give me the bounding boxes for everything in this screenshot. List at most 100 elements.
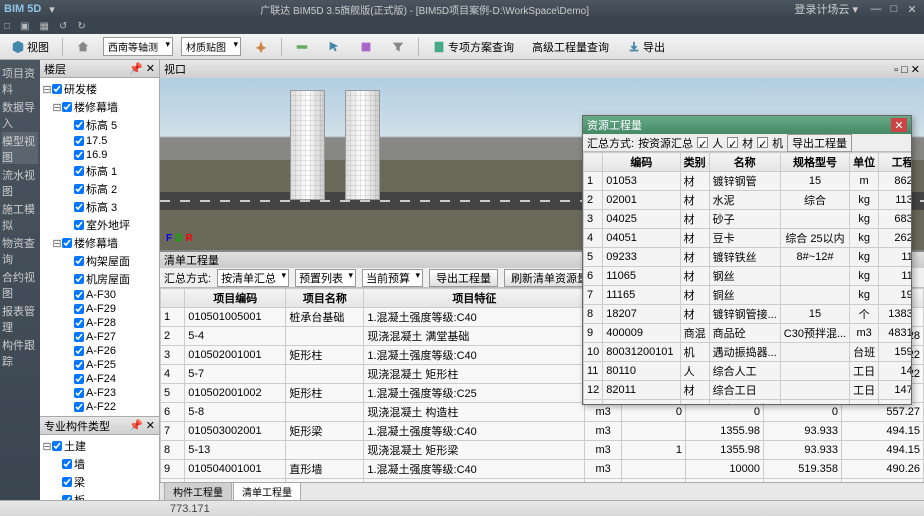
qa-item[interactable]: ▦	[40, 21, 49, 32]
nav-报表管理[interactable]: 报表管理	[2, 302, 38, 334]
table-row[interactable]: 818207材镀锌钢管接...15个1383.8410.52719.6	[584, 305, 912, 324]
tree-node[interactable]: 17.5	[42, 134, 157, 148]
tree-node[interactable]: 标高 2	[42, 180, 157, 198]
tool-button[interactable]	[322, 37, 346, 57]
nav-施工模拟[interactable]: 施工模拟	[2, 200, 38, 232]
nav-数据导入[interactable]: 数据导入	[2, 98, 38, 130]
table-row[interactable]: 7010503002001矩形梁1.混凝土强度等级:C40m31355.9893…	[161, 422, 924, 441]
tree-node[interactable]: 室外地坪	[42, 216, 157, 234]
tree-node[interactable]: 标高 3	[42, 198, 157, 216]
type-tree[interactable]: ⊟土建墙梁板柱基础楼梯其他⊟钢筋墙门窗洞梁柱基础其他⊟给排水管道(水)阀门法兰(…	[40, 435, 159, 500]
qty-tabs: 构件工程量 清单工程量	[160, 482, 924, 500]
tree-node[interactable]: 墙	[42, 455, 157, 473]
tab-component-qty[interactable]: 构件工程量	[164, 482, 232, 500]
table-row[interactable]: 611065材钢丝kg11.8357.386.39	[584, 267, 912, 286]
tool-button[interactable]	[290, 37, 314, 57]
chk-material[interactable]: ✓	[727, 137, 738, 148]
tree-node[interactable]: 标高 1	[42, 162, 157, 180]
close-button[interactable]: ✕	[904, 2, 920, 16]
adv-query-button[interactable]: 高级工程量查询	[527, 36, 614, 58]
nav-流水视图[interactable]: 流水视图	[2, 166, 38, 198]
qa-item[interactable]: ↻	[77, 21, 85, 32]
tree-node[interactable]: 梁	[42, 473, 157, 491]
tab-list-qty[interactable]: 清单工程量	[233, 482, 301, 500]
table-row[interactable]: 1080031200101机遇动振捣器...台班159.3455.06806.2…	[584, 343, 912, 362]
panel-pin-icon[interactable]: 📌 ✕	[129, 62, 155, 75]
tree-node[interactable]: ⊟楼修幕墙	[42, 234, 157, 252]
float-export-button[interactable]: 导出工程量	[787, 134, 852, 152]
table-row[interactable]: 711165材铜丝kg19.4434.6790.8	[584, 286, 912, 305]
view-button[interactable]: 视图	[6, 36, 54, 58]
table-row[interactable]: 1180110人综合人工工日14.5644806990.72	[584, 362, 912, 381]
nav-构件跟踪[interactable]: 构件跟踪	[2, 336, 38, 368]
panel-pin-icon[interactable]: 📌 ✕	[129, 419, 155, 432]
tool-button[interactable]	[386, 37, 410, 57]
export-button[interactable]: 导出	[622, 36, 670, 58]
float-close-button[interactable]: ✕	[891, 118, 907, 132]
export-qty-button[interactable]: 导出工程量	[429, 269, 498, 287]
budget-combo[interactable]: 当前预算	[362, 269, 423, 287]
tree-node[interactable]: A-F25	[42, 358, 157, 372]
float-summary-combo[interactable]: 按资源汇总	[638, 135, 693, 151]
tree-node[interactable]: 机房屋面	[42, 270, 157, 288]
table-row[interactable]: 202001材水泥综合kg113.2770.3741.91	[584, 191, 912, 210]
spec-query-button[interactable]: 专项方案查询	[427, 36, 519, 58]
resource-qty-window[interactable]: 资源工程量 ✕ 汇总方式: 按资源汇总 ✓人 ✓材 ✓机 导出工程量 编码类别名…	[582, 115, 912, 405]
tree-node[interactable]: 16.9	[42, 148, 157, 162]
tree-node[interactable]: A-F30	[42, 288, 157, 302]
resource-table[interactable]: 编码类别名称规格型号单位工程量单价合价(元)101053材镀锌钢管15m862.…	[583, 152, 911, 404]
type-panel-header: 专业构件类型 📌 ✕	[40, 417, 159, 435]
tree-node[interactable]: A-F29	[42, 302, 157, 316]
table-row[interactable]: 304025材砂子kg683.0440.0427.32	[584, 210, 912, 229]
chk-machine[interactable]: ✓	[757, 137, 768, 148]
home-icon	[76, 40, 90, 54]
minimize-button[interactable]: —	[868, 2, 884, 16]
nav-合约视图[interactable]: 合约视图	[2, 268, 38, 300]
table-row[interactable]: 404051材豆卡综合 25以内kg262.0590.45117.93	[584, 229, 912, 248]
tree-node[interactable]: ⊟研发楼	[42, 80, 157, 98]
filter-icon	[391, 40, 405, 54]
table-row[interactable]: 101053材镀锌钢管15m862.2593.993440.41	[584, 172, 912, 191]
window-title: 广联达 BIM5D 3.5旗舰版(正式版) - [BIM5D项目案例-D:\Wo…	[55, 2, 795, 17]
tree-node[interactable]: 标高 5	[42, 116, 157, 134]
home-button[interactable]	[71, 37, 95, 57]
table-row[interactable]: 9400009商混商品砼C30预拌混...m34831.713410198100…	[584, 324, 912, 343]
tree-node[interactable]: 构架屋面	[42, 252, 157, 270]
qa-item[interactable]: ↺	[59, 21, 67, 32]
maximize-button[interactable]: □	[886, 2, 902, 16]
tree-node[interactable]: A-F22	[42, 400, 157, 414]
cloud-login[interactable]: 登录计场云 ▾	[794, 1, 858, 17]
table-row[interactable]: 1282011材综合工日工日147.09132.534784.88	[584, 381, 912, 400]
float-header[interactable]: 资源工程量 ✕	[583, 116, 911, 134]
tree-node[interactable]: 板	[42, 491, 157, 500]
view-angle-combo[interactable]: 西南等轴测	[103, 37, 173, 56]
qa-item[interactable]: ▣	[20, 21, 29, 32]
nav-模型视图[interactable]: 模型视图	[2, 132, 38, 164]
table-row[interactable]: 1382013人其它人工费元67.628167.63	[584, 400, 912, 405]
axis-indicator: F D R	[166, 232, 193, 244]
material-combo[interactable]: 材质贴图	[181, 37, 241, 56]
tool-button[interactable]	[249, 37, 273, 57]
tree-node[interactable]: A-F24	[42, 372, 157, 386]
floor-tree[interactable]: ⊟研发楼⊟楼修幕墙标高 517.516.9标高 1标高 2标高 3室外地坪⊟楼修…	[40, 78, 159, 416]
tree-node[interactable]: A-F23	[42, 386, 157, 400]
summary-combo[interactable]: 按清单汇总	[217, 269, 289, 287]
qa-item[interactable]: □	[4, 21, 10, 32]
table-row[interactable]: 65-8现浇混凝土 构造柱m3000557.27	[161, 403, 924, 422]
table-row[interactable]: 85-13现浇混凝土 矩形梁m311355.9893.933494.15	[161, 441, 924, 460]
preset-combo[interactable]: 预置列表	[295, 269, 356, 287]
pin-icon	[254, 40, 268, 54]
tree-node[interactable]: A-F27	[42, 330, 157, 344]
tree-node[interactable]: A-F26	[42, 344, 157, 358]
title-bar: BIM 5D ▾ 广联达 BIM5D 3.5旗舰版(正式版) - [BIM5D项…	[0, 0, 924, 18]
table-row[interactable]: 509233材镀锌铁丝8#~12#kg11.8353.8545.56	[584, 248, 912, 267]
tree-node[interactable]: A-F28	[42, 316, 157, 330]
tool-button[interactable]	[354, 37, 378, 57]
nav-项目资料[interactable]: 项目资料	[2, 64, 38, 96]
table-row[interactable]: 9010504001001直形墙1.混凝土强度等级:C40m310000519.…	[161, 460, 924, 479]
viewport-controls[interactable]: ▫ □ ✕	[894, 63, 920, 76]
chk-labor[interactable]: ✓	[697, 137, 708, 148]
tree-node[interactable]: ⊟楼修幕墙	[42, 98, 157, 116]
nav-物资查询[interactable]: 物资查询	[2, 234, 38, 266]
tree-node[interactable]: ⊟土建	[42, 437, 157, 455]
